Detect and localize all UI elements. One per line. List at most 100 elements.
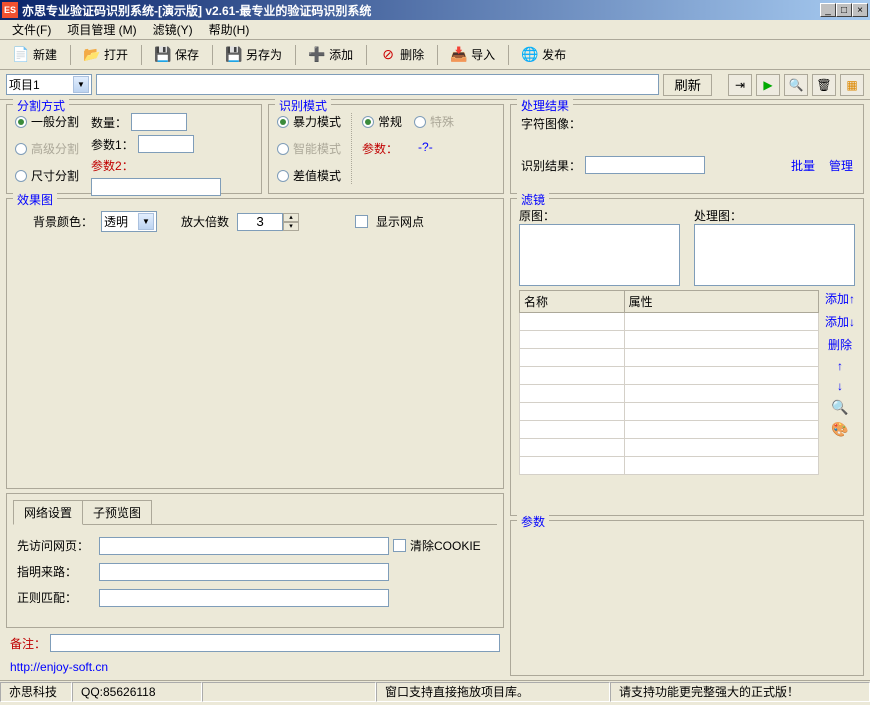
tool1-button[interactable]: 🔍 (784, 74, 808, 96)
bgcolor-combo[interactable]: 透明▼ (101, 211, 157, 232)
import-button[interactable]: 📥导入 (444, 42, 502, 67)
table-row[interactable] (520, 313, 819, 331)
del-button[interactable]: 删除 (828, 336, 852, 353)
toolbar: 📄新建 📂打开 💾保存 💾另存为 ➕添加 ⊘删除 📥导入 🌐发布 (0, 40, 870, 70)
split-normal-radio[interactable]: 一般分割 (15, 113, 79, 130)
qty-label: 数量： (91, 114, 127, 131)
menu-help[interactable]: 帮助(H) (201, 19, 258, 40)
minimize-button[interactable]: _ (820, 3, 836, 17)
website-link[interactable]: http://enjoy-soft.cn (6, 658, 504, 676)
mode-param-label: 参数： (362, 140, 398, 157)
remark-input[interactable] (50, 634, 500, 652)
recog-label: 识别结果： (521, 157, 581, 174)
bgcolor-label: 背景颜色： (33, 213, 93, 230)
batch-link[interactable]: 批量 (791, 157, 815, 174)
menu-file[interactable]: 文件(F) (4, 19, 59, 40)
spin-down[interactable]: ▾ (283, 222, 299, 231)
tab-preview[interactable]: 子预览图 (82, 500, 152, 524)
param2-input[interactable] (91, 178, 221, 196)
result-groupbox: 处理结果 字符图像： 识别结果： 批量 管理 (510, 104, 864, 194)
chevron-down-icon[interactable]: ▼ (138, 213, 154, 230)
menu-project[interactable]: 项目管理 (M) (59, 19, 144, 40)
tool2-button[interactable]: 🗑 (812, 74, 836, 96)
filter-table[interactable]: 名称属性 (519, 290, 819, 475)
tab-net[interactable]: 网络设置 (13, 500, 83, 525)
mode-title: 识别模式 (275, 97, 331, 114)
goto-end-button[interactable]: ⇥ (728, 74, 752, 96)
split-advanced-radio[interactable]: 高级分割 (15, 140, 79, 157)
save-button[interactable]: 💾保存 (148, 42, 206, 67)
split-title: 分割方式 (13, 97, 69, 114)
referer-input[interactable] (99, 563, 389, 581)
project-bar: 项目1▼ 刷新 ⇥ ▶ 🔍 🗑 ▦ (0, 70, 870, 100)
move-up-button[interactable]: ↑ (837, 359, 843, 373)
delete-button[interactable]: ⊘删除 (373, 42, 431, 67)
proc-label: 处理图： (694, 207, 855, 224)
open-icon: 📂 (84, 47, 100, 63)
mode-special-radio[interactable]: 特殊 (414, 113, 454, 130)
saveas-button[interactable]: 💾另存为 (219, 42, 289, 67)
status-tip2: 请支持功能更完整强大的正式版！ (610, 682, 870, 702)
table-row[interactable] (520, 349, 819, 367)
mode-diff-radio[interactable]: 差值模式 (277, 167, 341, 184)
app-icon: ES (2, 2, 18, 18)
effect-groupbox: 效果图 背景颜色： 透明▼ 放大倍数 ▴▾ 显示网点 (6, 198, 504, 489)
regex-label: 正则匹配： (17, 589, 95, 606)
status-company: 亦思科技 (0, 682, 72, 702)
mode-normal-radio[interactable]: 常规 (362, 113, 402, 130)
search-icon[interactable]: 🔍 (832, 399, 848, 415)
manage-link[interactable]: 管理 (829, 157, 853, 174)
mode-brute-radio[interactable]: 暴力模式 (277, 113, 341, 130)
remark-label: 备注： (10, 635, 46, 652)
charimg-label: 字符图像： (521, 115, 853, 132)
showgrid-checkbox[interactable] (355, 215, 368, 228)
clearcookie-checkbox[interactable] (393, 539, 406, 552)
menu-filter[interactable]: 滤镜(Y) (145, 19, 201, 40)
mode-param-value[interactable]: -?- (418, 140, 433, 157)
url-input[interactable] (99, 537, 389, 555)
publish-icon: 🌐 (522, 47, 538, 63)
titlebar: ES 亦思专业验证码识别系统-[演示版] v2.61-最专业的验证码识别系统 _… (0, 0, 870, 20)
tool3-button[interactable]: ▦ (840, 74, 864, 96)
play-button[interactable]: ▶ (756, 74, 780, 96)
col-attr[interactable]: 属性 (624, 291, 818, 313)
table-row[interactable] (520, 385, 819, 403)
net-panel: 网络设置 子预览图 先访问网页： 清除COOKIE 指明来路： 正则匹配： (6, 493, 504, 628)
split-size-radio[interactable]: 尺寸分割 (15, 167, 79, 184)
publish-button[interactable]: 🌐发布 (515, 42, 573, 67)
project-combo[interactable]: 项目1▼ (6, 74, 92, 95)
project-path-input[interactable] (96, 74, 659, 95)
maximize-button[interactable]: □ (836, 3, 852, 17)
table-row[interactable] (520, 439, 819, 457)
spin-up[interactable]: ▴ (283, 213, 299, 222)
param1-input[interactable] (138, 135, 194, 153)
proc-image (694, 224, 855, 286)
status-tip1: 窗口支持直接拖放项目库。 (376, 682, 610, 702)
delete-icon: ⊘ (380, 47, 396, 63)
refresh-button[interactable]: 刷新 (663, 74, 712, 96)
open-button[interactable]: 📂打开 (77, 42, 135, 67)
mode-groupbox: 识别模式 暴力模式 智能模式 差值模式 常规 特殊 参数：-?- (268, 104, 504, 194)
table-row[interactable] (520, 457, 819, 475)
close-button[interactable]: × (852, 3, 868, 17)
table-row[interactable] (520, 403, 819, 421)
table-row[interactable] (520, 331, 819, 349)
chevron-down-icon[interactable]: ▼ (73, 76, 89, 93)
add-button[interactable]: ➕添加 (302, 42, 360, 67)
recog-input[interactable] (585, 156, 705, 174)
regex-input[interactable] (99, 589, 389, 607)
palette-icon[interactable]: 🎨 (832, 421, 848, 437)
move-down-button[interactable]: ↓ (837, 379, 843, 393)
zoom-input[interactable] (237, 213, 283, 231)
add-up-button[interactable]: 添加↑ (825, 290, 855, 307)
mode-smart-radio[interactable]: 智能模式 (277, 140, 341, 157)
add-down-button[interactable]: 添加↓ (825, 313, 855, 330)
qty-input[interactable] (131, 113, 187, 131)
orig-label: 原图： (519, 207, 680, 224)
col-name[interactable]: 名称 (520, 291, 625, 313)
new-button[interactable]: 📄新建 (6, 42, 64, 67)
table-row[interactable] (520, 421, 819, 439)
table-row[interactable] (520, 367, 819, 385)
save-icon: 💾 (155, 47, 171, 63)
zoom-spinner[interactable]: ▴▾ (237, 213, 299, 231)
